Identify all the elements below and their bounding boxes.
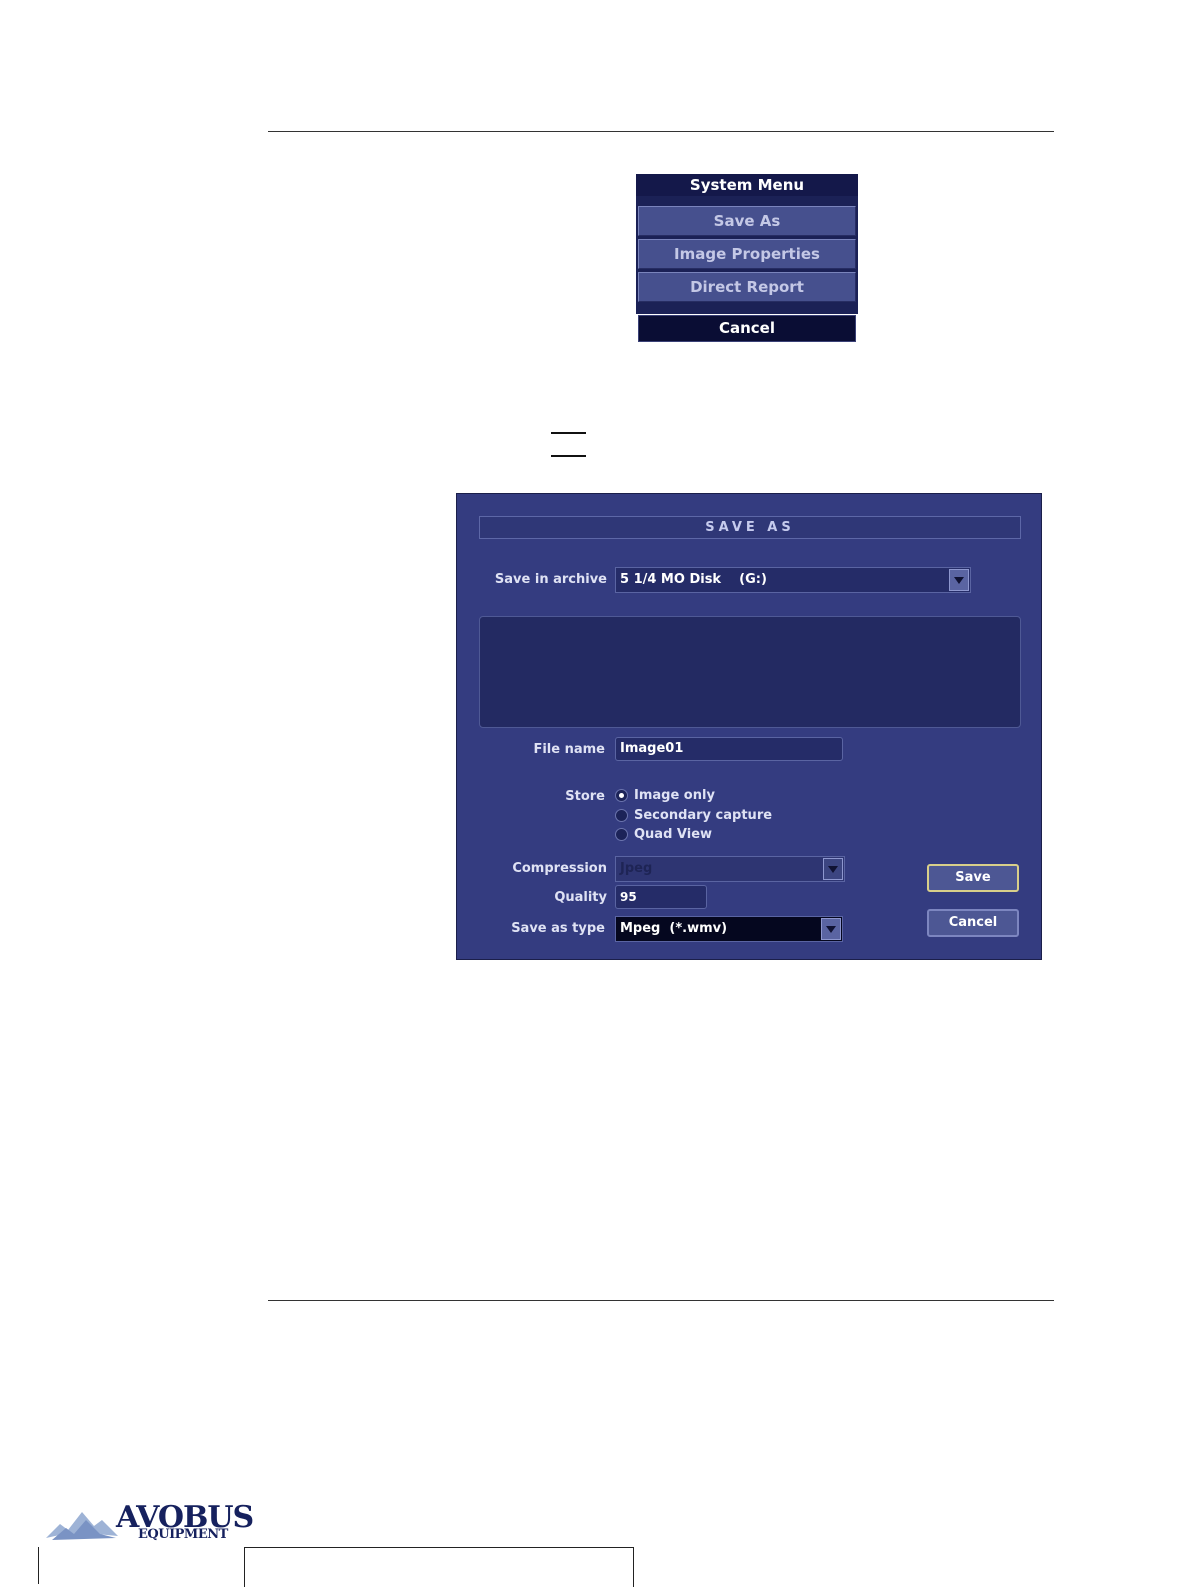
archive-label: Save in archive xyxy=(494,572,607,587)
save-type-label: Save as type xyxy=(511,921,605,936)
text-underline xyxy=(551,455,586,457)
text-underline xyxy=(551,432,586,434)
radio-icon[interactable] xyxy=(615,828,628,841)
footer-rule xyxy=(268,1300,1054,1301)
store-label: Store xyxy=(565,789,605,804)
compression-select[interactable]: Jpeg xyxy=(615,856,845,882)
system-menu-body: Save As Image Properties Direct Report xyxy=(636,196,858,314)
footer-box xyxy=(244,1547,634,1587)
chevron-down-icon[interactable] xyxy=(949,569,969,591)
system-menu-title: System Menu xyxy=(636,174,858,196)
save-as-dialog: SAVE AS Save in archive 5 1/4 MO Disk (G… xyxy=(456,493,1042,960)
menu-item-save-as[interactable]: Save As xyxy=(638,206,856,236)
dialog-title: SAVE AS xyxy=(479,516,1021,539)
save-type-select[interactable]: Mpeg (*.wmv) xyxy=(615,916,843,942)
menu-item-direct-report[interactable]: Direct Report xyxy=(638,272,856,302)
quality-input[interactable]: 95 xyxy=(615,885,707,909)
file-name-label: File name xyxy=(533,742,605,757)
header-rule xyxy=(268,131,1054,132)
archive-file-list[interactable] xyxy=(479,616,1021,728)
logo-subtitle: EQUIPMENT xyxy=(138,1527,228,1542)
avobus-logo: AVOBUS EQUIPMENT xyxy=(46,1500,254,1546)
menu-item-image-properties[interactable]: Image Properties xyxy=(638,239,856,269)
file-name-input[interactable]: Image01 xyxy=(615,737,843,761)
compression-label: Compression xyxy=(512,861,607,876)
system-menu-cancel-button[interactable]: Cancel xyxy=(638,315,856,342)
radio-selected-icon[interactable] xyxy=(615,789,628,802)
footer-divider xyxy=(38,1547,39,1584)
cancel-button[interactable]: Cancel xyxy=(927,909,1019,937)
mountain-icon xyxy=(46,1512,118,1540)
save-button[interactable]: Save xyxy=(927,864,1019,892)
radio-icon[interactable] xyxy=(615,809,628,822)
archive-select[interactable]: 5 1/4 MO Disk (G:) xyxy=(615,567,971,593)
quality-label: Quality xyxy=(554,890,607,905)
chevron-down-icon[interactable] xyxy=(821,918,841,940)
system-menu: System Menu Save As Image Properties Dir… xyxy=(636,174,858,342)
chevron-down-icon[interactable] xyxy=(823,858,843,880)
